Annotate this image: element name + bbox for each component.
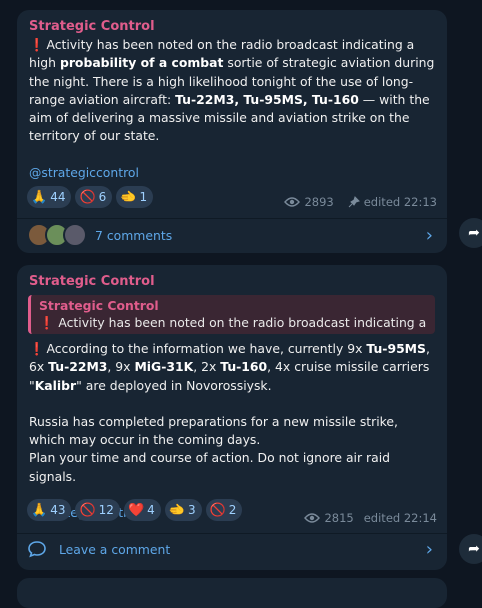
edited-time: edited 22:14 — [363, 511, 437, 525]
exclamation-icon: ❗ — [29, 341, 45, 356]
share-arrow-icon: ➦ — [468, 225, 480, 241]
quote-author: Strategic Control — [39, 298, 159, 313]
channel-post-2: Strategic Control Strategic Control ❗ Ac… — [17, 265, 447, 570]
avatar — [63, 223, 87, 247]
no-russia-flag-icon: 🚫 — [79, 189, 96, 205]
post-text: ❗ Activity has been noted on the radio br… — [29, 37, 435, 144]
reaction-no-russia-flag[interactable]: 🚫 12 — [75, 499, 120, 521]
eye-icon — [284, 197, 301, 207]
comment-bubble-icon — [28, 541, 46, 558]
reaction-folded-hands[interactable]: 🙏 44 — [27, 186, 72, 208]
folded-hands-icon: 🙏 — [31, 502, 48, 518]
comments-button[interactable]: 7 comments › — [27, 220, 437, 250]
commenter-avatars — [27, 223, 87, 247]
leave-comment-label: Leave a comment — [59, 541, 171, 557]
edited-time: edited 22:13 — [363, 195, 437, 209]
pointing-hand-icon: 🫲 — [168, 502, 185, 518]
comments-count: 7 comments — [95, 227, 173, 243]
post-paragraph: Russia has completed preparations for a … — [29, 413, 398, 448]
leave-comment-button[interactable]: Leave a comment › — [27, 534, 437, 564]
folded-hands-icon: 🙏 — [31, 189, 48, 205]
quote-text: ❗ Activity has been noted on the radio b… — [39, 315, 427, 330]
post-meta: 2893 edited 22:13 — [284, 195, 437, 209]
exclamation-icon: ❗ — [29, 37, 45, 52]
eye-icon — [304, 513, 321, 523]
pointing-hand-icon: 🫲 — [120, 189, 137, 205]
share-button[interactable]: ➦ — [459, 218, 482, 248]
reply-quote[interactable]: Strategic Control ❗ Activity has been no… — [28, 295, 435, 334]
reaction-pointing-hand[interactable]: 🫲 1 — [116, 186, 154, 208]
no-face-icon: 🚫 — [209, 502, 226, 518]
chevron-right-icon: › — [425, 538, 433, 560]
share-arrow-icon: ➦ — [468, 541, 480, 557]
reaction-pointing-hand[interactable]: 🫲 3 — [164, 499, 202, 521]
post-meta: 2815 edited 22:14 — [304, 511, 437, 525]
view-count: 2815 — [324, 511, 354, 525]
reaction-no-russia-flag[interactable]: 🚫 6 — [75, 186, 113, 208]
no-russia-flag-icon: 🚫 — [79, 502, 96, 518]
post-paragraph: Plan your time and course of action. Do … — [29, 450, 391, 484]
reactions-bar: 🙏 44 🚫 6 🫲 1 — [27, 186, 154, 208]
reactions-bar: 🙏 43 🚫 12 ❤️ 4 🫲 3 🚫 2 — [27, 499, 243, 521]
share-button[interactable]: ➦ — [459, 534, 482, 564]
chevron-right-icon: › — [425, 224, 433, 246]
post-author[interactable]: Strategic Control — [29, 273, 435, 291]
reaction-no-face[interactable]: 🚫 2 — [205, 499, 243, 521]
channel-post-1: Strategic Control ❗ Activity has been not… — [17, 10, 447, 253]
heart-icon: ❤️ — [127, 502, 145, 518]
pin-icon — [348, 196, 360, 208]
channel-post-3-partial — [17, 578, 447, 608]
reaction-folded-hands[interactable]: 🙏 43 — [27, 499, 72, 521]
post-author[interactable]: Strategic Control — [29, 18, 435, 36]
reaction-heart[interactable]: ❤️ 4 — [123, 499, 161, 521]
channel-link[interactable]: @strategiccontrol — [29, 164, 435, 182]
post-text: ❗ According to the information we have, c… — [29, 341, 430, 393]
view-count: 2893 — [304, 195, 334, 209]
